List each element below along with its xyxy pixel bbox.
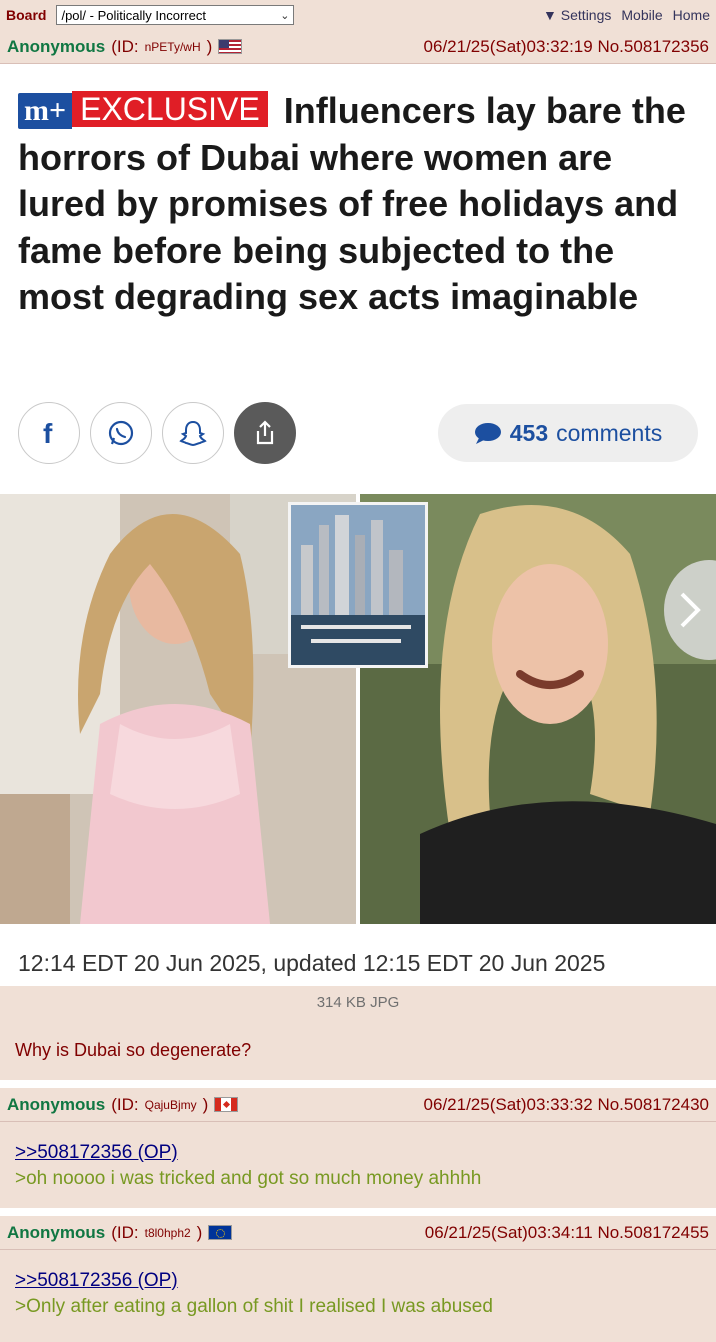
id-close: )	[202, 1094, 209, 1114]
op-post-body: 314 KB JPG Why is Dubai so degenerate?	[0, 986, 716, 1080]
post-datetime: 06/21/25(Sat)03:32:19	[423, 36, 593, 56]
op-comment: Why is Dubai so degenerate?	[15, 1040, 252, 1060]
id-value[interactable]: t8l0hph2	[145, 1226, 191, 1240]
reply-body: >>508172356 (OP) >oh noooo i was tricked…	[0, 1122, 716, 1208]
home-link[interactable]: Home	[673, 7, 710, 23]
share-buttons: f	[18, 402, 296, 464]
greentext: >Only after eating a gallon of shit I re…	[15, 1296, 493, 1317]
reply-header: Anonymous (ID: t8l0hph2 ) 06/21/25(Sat)0…	[0, 1216, 716, 1250]
board-label: Board	[6, 7, 47, 23]
photo-dubai-skyline	[288, 502, 428, 668]
id-label: (ID:	[111, 1094, 139, 1114]
id-close: )	[206, 36, 213, 56]
chevron-down-icon: ⌄	[280, 9, 290, 22]
id-close: )	[196, 1222, 203, 1242]
post-number[interactable]: No.508172430	[597, 1095, 709, 1114]
attached-image[interactable]: m+ EXCLUSIVE Influencers lay bare the horr…	[0, 70, 716, 986]
post-date-number: 06/21/25(Sat)03:34:11 No.508172455	[425, 1223, 709, 1243]
id-label: (ID:	[111, 36, 139, 56]
reply-body: >>508172356 (OP) >Only after eating a ga…	[0, 1250, 716, 1342]
mail-plus-badge: m+	[18, 93, 73, 129]
comments-pill: 453 comments	[438, 404, 698, 462]
reply-header: Anonymous (ID: QajuBjmy ) 06/21/25(Sat)0…	[0, 1088, 716, 1122]
poster-id: (ID: QajuBjmy )	[111, 1094, 239, 1115]
svg-text:f: f	[43, 418, 53, 448]
quote-link[interactable]: >>508172356 (OP)	[15, 1270, 178, 1292]
top-bar: Board /pol/ - Politically Incorrect ⌄ ▼ S…	[0, 0, 716, 30]
poster-name: Anonymous	[7, 1222, 106, 1242]
poster-id: (ID: nPETy/wH )	[111, 36, 243, 57]
article-photos	[0, 494, 716, 924]
exclusive-badge: EXCLUSIVE	[72, 91, 268, 127]
board-select[interactable]: /pol/ - Politically Incorrect ⌄	[56, 5, 295, 25]
settings-label: Settings	[560, 7, 612, 23]
eu-flag-icon	[208, 1225, 233, 1240]
id-value[interactable]: nPETy/wH	[145, 40, 201, 54]
op-post-header: Anonymous (ID: nPETy/wH ) 06/21/25(Sat)0…	[0, 30, 716, 64]
snapchat-icon	[162, 402, 224, 464]
top-nav: ▼ Settings Mobile Home	[543, 7, 710, 23]
poster-id: (ID: t8l0hph2 )	[111, 1222, 233, 1243]
post-gap	[0, 1208, 716, 1216]
canada-flag-icon	[214, 1097, 239, 1112]
file-info[interactable]: 314 KB JPG	[0, 994, 716, 1011]
triangle-down-icon: ▼	[542, 7, 557, 23]
whatsapp-icon	[90, 402, 152, 464]
id-value[interactable]: QajuBjmy	[145, 1098, 197, 1112]
post-gap	[0, 1080, 716, 1088]
article-headline: m+ EXCLUSIVE Influencers lay bare the horr…	[18, 88, 708, 321]
id-label: (ID:	[111, 1222, 139, 1242]
speech-bubble-icon	[474, 423, 501, 444]
post-date-number: 06/21/25(Sat)03:32:19 No.508172356	[424, 37, 709, 57]
facebook-icon: f	[18, 402, 80, 464]
poster-name: Anonymous	[7, 36, 106, 56]
comments-label: comments	[556, 419, 663, 446]
quote-link[interactable]: >>508172356 (OP)	[15, 1142, 178, 1164]
article-timestamp: 12:14 EDT 20 Jun 2025, updated 12:15 EDT…	[18, 950, 606, 976]
post-date-number: 06/21/25(Sat)03:33:32 No.508172430	[424, 1095, 709, 1115]
us-flag-icon	[218, 39, 243, 54]
comments-count: 453	[509, 419, 549, 446]
poster-name: Anonymous	[7, 1094, 106, 1114]
post-number[interactable]: No.508172356	[597, 37, 709, 56]
greentext: >oh noooo i was tricked and got so much …	[15, 1168, 482, 1189]
board-select-value: /pol/ - Politically Incorrect	[61, 7, 206, 23]
post-datetime: 06/21/25(Sat)03:33:32	[423, 1094, 593, 1114]
mobile-link[interactable]: Mobile	[621, 7, 662, 23]
post-number[interactable]: No.508172455	[597, 1223, 709, 1242]
settings-link[interactable]: ▼ Settings	[543, 7, 611, 23]
post-datetime: 06/21/25(Sat)03:34:11	[424, 1222, 593, 1242]
share-icon	[234, 402, 296, 464]
